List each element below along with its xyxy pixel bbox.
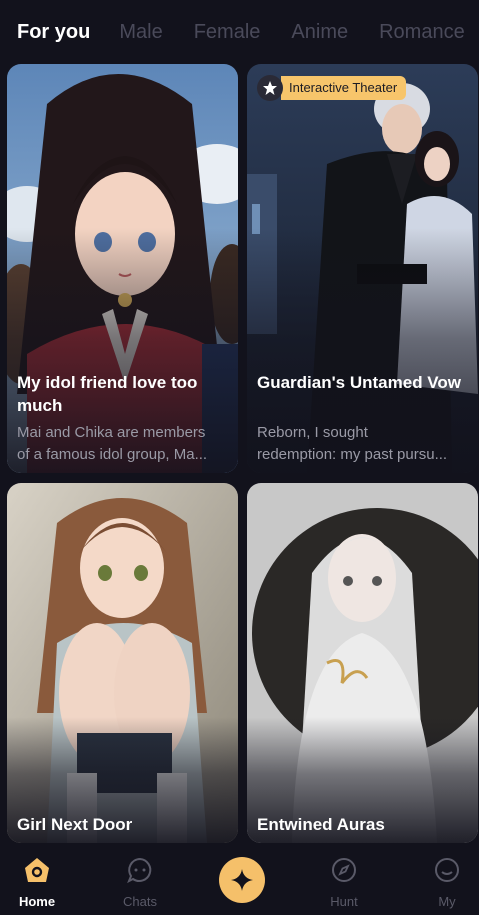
interactive-theater-badge: Interactive Theater (257, 74, 407, 102)
card-title: Guardian's Untamed Vow (257, 373, 461, 392)
create-button[interactable] (219, 857, 265, 903)
compass-icon (329, 855, 359, 885)
card-title: Entwined Auras (257, 815, 385, 834)
card-title: My idol friend love too much (17, 373, 198, 415)
tab-for-you[interactable]: For you (17, 21, 90, 44)
chat-icon (125, 855, 155, 885)
nav-chats[interactable]: Chats (100, 843, 180, 915)
tab-anime[interactable]: Anime (291, 21, 348, 44)
star-icon (257, 75, 283, 101)
character-card-guardian[interactable]: Interactive Theater Guardian's Untamed V… (247, 64, 478, 473)
character-card-idol[interactable]: My idol friend love too much Mai and Chi… (7, 64, 238, 473)
nav-my[interactable]: My (407, 843, 479, 915)
home-icon (22, 855, 52, 885)
nav-home[interactable]: Home (0, 843, 77, 915)
card-title: Girl Next Door (17, 815, 133, 834)
sparkle-icon (231, 869, 253, 891)
smile-face-icon (432, 855, 462, 885)
badge-label: Interactive Theater (281, 76, 407, 100)
card-description: Mai and Chika are members of a famous id… (17, 424, 208, 463)
character-card-girl-next-door[interactable]: Girl Next Door (7, 483, 238, 843)
character-card-entwined-auras[interactable]: Entwined Auras (247, 483, 478, 843)
tab-male[interactable]: Male (119, 21, 162, 44)
category-tabs: For you Male Female Anime Romance (0, 0, 479, 64)
card-description: Reborn, I sought redemption: my past pur… (257, 424, 448, 463)
tab-romance[interactable]: Romance (379, 21, 465, 44)
nav-hunt[interactable]: Hunt (304, 843, 384, 915)
tab-female[interactable]: Female (194, 21, 261, 44)
